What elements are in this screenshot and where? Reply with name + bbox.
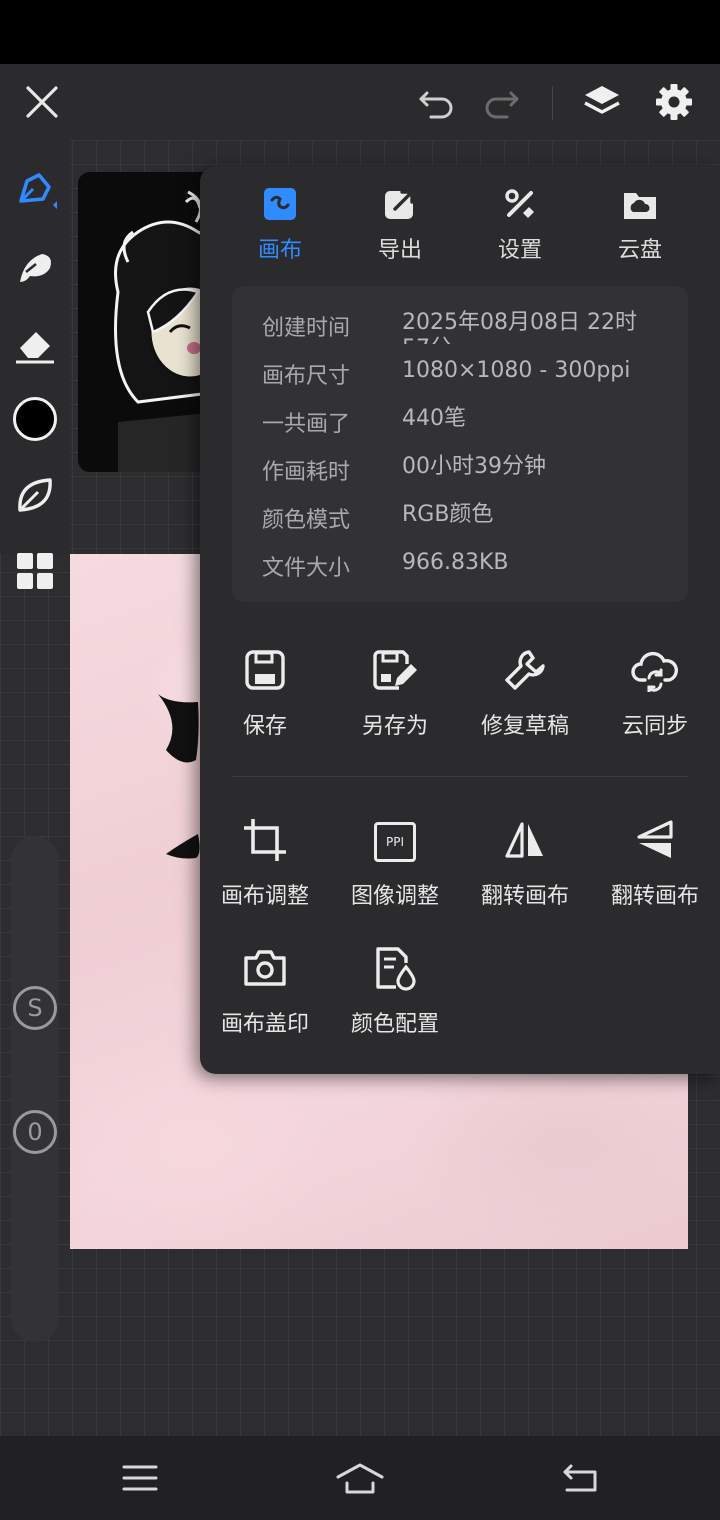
info-value: 440笔 xyxy=(402,406,466,431)
info-value: 1080×1080 - 300ppi xyxy=(402,358,631,383)
info-row-strokes: 一共画了 440笔 xyxy=(262,406,682,440)
current-color-dot xyxy=(13,397,57,441)
gear-icon[interactable] xyxy=(650,78,698,126)
tab-export[interactable]: 导出 xyxy=(352,186,448,266)
canvas-stamp-label: 画布盖印 xyxy=(220,1012,309,1037)
size-slider-badge[interactable]: S xyxy=(13,986,57,1030)
color-profile-button[interactable]: 颜色配置 xyxy=(330,942,460,1042)
smudge-tool-icon[interactable] xyxy=(6,240,64,298)
undo-icon[interactable] xyxy=(414,82,460,122)
info-value: 00小时39分钟 xyxy=(402,454,546,479)
reference-image-thumbnail[interactable] xyxy=(78,172,218,472)
tab-canvas[interactable]: 画布 xyxy=(232,186,328,266)
repair-draft-button[interactable]: 修复草稿 xyxy=(460,644,590,744)
brush-slider-track[interactable] xyxy=(11,836,59,1342)
camera-icon xyxy=(242,946,288,994)
leaf-tool-icon[interactable] xyxy=(6,466,64,524)
info-row-created: 创建时间 2025年08月08日 22时57分 xyxy=(262,310,682,344)
crop-icon xyxy=(242,817,288,867)
info-key: 创建时间 xyxy=(262,316,351,341)
app-root: S 0 画布 导出 设置 云盘 创建时间 2025年08月08日 22时 画布尺… xyxy=(0,0,720,1520)
menu-icon[interactable] xyxy=(110,1452,170,1504)
info-key: 作画耗时 xyxy=(262,460,351,485)
tab-settings-label: 设置 xyxy=(497,238,542,263)
flip-vertical-label: 翻转画布 xyxy=(610,884,699,909)
flip-horizontal-icon xyxy=(503,818,547,866)
grid-menu-icon[interactable] xyxy=(6,542,64,600)
flip-horizontal-label: 翻转画布 xyxy=(480,884,569,909)
redo-icon[interactable] xyxy=(478,82,524,122)
info-row-size: 画布尺寸 1080×1080 - 300ppi xyxy=(262,358,682,392)
save-button[interactable]: 保存 xyxy=(200,644,330,744)
eraser-tool-icon[interactable] xyxy=(6,316,64,374)
info-row-file-size: 文件大小 966.83KB xyxy=(262,550,682,584)
save-label: 保存 xyxy=(242,714,287,739)
info-value: 2025年08月08日 22时57分 xyxy=(402,310,637,344)
back-icon[interactable] xyxy=(550,1452,610,1504)
tab-export-label: 导出 xyxy=(377,238,422,263)
section-divider xyxy=(232,776,688,777)
info-row-duration: 作画耗时 00小时39分钟 xyxy=(262,454,682,488)
layers-icon[interactable] xyxy=(578,80,626,124)
save-icon xyxy=(243,648,287,696)
color-profile-label: 颜色配置 xyxy=(350,1012,439,1037)
tab-cloud-drive-label: 云盘 xyxy=(617,238,662,263)
flip-vertical-button[interactable]: 翻转画布 xyxy=(590,814,720,914)
settings-tools-icon xyxy=(503,187,537,225)
flip-horizontal-button[interactable]: 翻转画布 xyxy=(460,814,590,914)
reference-artwork-illustration xyxy=(78,172,218,472)
info-key: 颜色模式 xyxy=(262,508,351,533)
canvas-adjust-button[interactable]: 画布调整 xyxy=(200,814,330,914)
color-picker-swatch[interactable] xyxy=(6,390,64,448)
cloud-sync-label: 云同步 xyxy=(621,714,688,739)
tab-settings[interactable]: 设置 xyxy=(472,186,568,266)
canvas-stamp-button[interactable]: 画布盖印 xyxy=(200,942,330,1042)
save-as-button[interactable]: 另存为 xyxy=(330,644,460,744)
toolbar-divider xyxy=(552,86,553,120)
pen-tool-icon[interactable] xyxy=(6,162,64,220)
canvas-adjust-label: 画布调整 xyxy=(220,884,309,909)
info-row-color-mode: 颜色模式 RGB颜色 xyxy=(262,502,682,536)
tab-canvas-label: 画布 xyxy=(257,238,302,263)
repair-icon xyxy=(503,648,547,696)
opacity-slider-badge[interactable]: 0 xyxy=(13,1110,57,1154)
home-icon[interactable] xyxy=(330,1452,390,1504)
repair-label: 修复草稿 xyxy=(480,714,569,739)
cloud-drive-icon xyxy=(622,187,658,225)
info-key: 画布尺寸 xyxy=(262,364,351,389)
canvas-icon xyxy=(263,187,297,225)
canvas-info-card: 创建时间 2025年08月08日 22时57分 画布尺寸 1080×1080 - 3… xyxy=(232,286,688,602)
flip-vertical-icon xyxy=(633,818,677,866)
ppi-icon: PPI xyxy=(374,822,416,862)
panel-tabs: 画布 导出 设置 云盘 xyxy=(200,166,720,276)
close-icon[interactable] xyxy=(20,80,64,124)
info-value: 966.83KB xyxy=(402,550,509,575)
info-value: RGB颜色 xyxy=(402,502,494,527)
save-as-icon xyxy=(371,648,419,696)
info-key: 文件大小 xyxy=(262,556,351,581)
color-profile-icon xyxy=(372,945,418,995)
export-icon xyxy=(383,187,417,225)
save-as-label: 另存为 xyxy=(361,714,428,739)
cloud-sync-icon xyxy=(631,648,679,696)
status-bar xyxy=(0,0,720,64)
image-adjust-button[interactable]: PPI 图像调整 xyxy=(330,814,460,914)
tab-cloud-drive[interactable]: 云盘 xyxy=(592,186,688,266)
image-adjust-label: 图像调整 xyxy=(350,884,439,909)
canvas-info-panel: 画布 导出 设置 云盘 创建时间 2025年08月08日 22时57分 画布尺寸 1… xyxy=(200,166,720,1074)
tool-sidebar xyxy=(0,140,70,589)
cloud-sync-button[interactable]: 云同步 xyxy=(590,644,720,744)
info-key: 一共画了 xyxy=(262,412,351,437)
